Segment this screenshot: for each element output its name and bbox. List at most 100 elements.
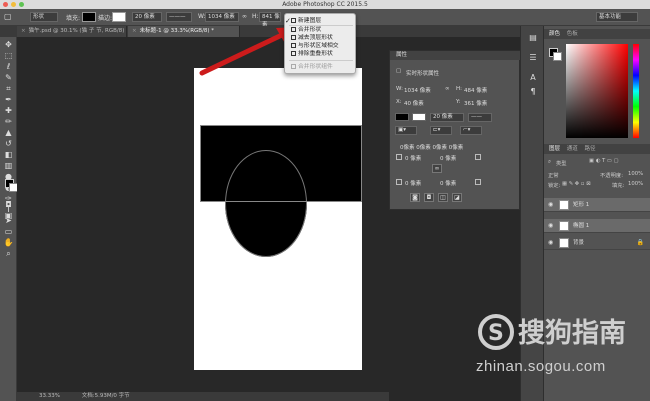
layer-row[interactable]: ◉ 背景 🔒: [544, 236, 650, 250]
screen-mode-icon[interactable]: ▣: [3, 211, 14, 221]
stroke-align-select[interactable]: ▣▾: [395, 126, 417, 135]
stroke-type-select[interactable]: ———: [166, 12, 192, 22]
stroke-corner-select[interactable]: ⌐▾: [460, 126, 482, 135]
menu-item-label: 新建图层: [298, 18, 322, 24]
lock-icons[interactable]: ▦ ✎ ✥ ▫ ⊠: [562, 181, 591, 187]
layer-name: 背景: [573, 240, 585, 246]
corner-br-checkbox[interactable]: [475, 179, 481, 185]
layer-filter-icons[interactable]: ▣ ◐ T ▭ ▢: [589, 158, 619, 164]
crop-tool-icon[interactable]: ⌗: [3, 84, 14, 94]
lasso-tool-icon[interactable]: ℓ: [3, 62, 14, 72]
tab-color[interactable]: 颜色: [549, 31, 560, 37]
blend-mode-select[interactable]: 正常: [548, 171, 559, 179]
height-value[interactable]: 484 像素: [464, 86, 487, 94]
paragraph-panel-icon[interactable]: ¶: [527, 86, 539, 98]
layer-kind-filter[interactable]: 类型: [556, 159, 567, 167]
stroke-type-select[interactable]: ——: [468, 113, 492, 122]
marquee-tool-icon[interactable]: ⬚: [3, 51, 14, 61]
close-tab-icon[interactable]: ×: [21, 28, 26, 34]
fill-swatch[interactable]: [395, 113, 409, 121]
corner-br-value[interactable]: 0 像素: [440, 179, 456, 187]
corner-tr-checkbox[interactable]: [475, 154, 481, 160]
corner-tl-value[interactable]: 0 像素: [405, 154, 421, 162]
panel-background-swatch[interactable]: [553, 52, 562, 61]
tools-panel: ✥ ⬚ ℓ ✎ ⌗ ✒ ✚ ✏ ▲ ↺ ◧ ▥ ● ◐ ✑ T ➤ ▭ ✋ ⌕ …: [0, 37, 18, 401]
tab-channels[interactable]: 通道: [567, 146, 578, 152]
visibility-eye-icon[interactable]: ◉: [548, 219, 553, 233]
tool-preset-icon[interactable]: ▢: [4, 12, 12, 21]
intersect-shapes-button[interactable]: ◫: [438, 193, 448, 202]
corner-tr-value[interactable]: 0 像素: [440, 154, 456, 162]
fill-value[interactable]: 100%: [628, 181, 643, 187]
subtract-shape-button[interactable]: ◘: [424, 193, 434, 202]
minimize-window-button[interactable]: [11, 2, 16, 7]
menu-intersect-shapes[interactable]: 与形状区域相交: [288, 42, 354, 50]
corner-tl-checkbox[interactable]: [396, 154, 402, 160]
stamp-tool-icon[interactable]: ▲: [3, 128, 14, 138]
workspace-select[interactable]: 基本功能: [596, 12, 638, 22]
corner-bl-checkbox[interactable]: [396, 179, 402, 185]
zoom-level[interactable]: 33.33%: [39, 393, 60, 399]
stroke-swatch[interactable]: [412, 113, 426, 121]
history-brush-icon[interactable]: ↺: [3, 139, 14, 149]
history-panel-icon[interactable]: ▤: [527, 32, 539, 44]
healing-tool-icon[interactable]: ✚: [3, 106, 14, 116]
gradient-tool-icon[interactable]: ▥: [3, 161, 14, 171]
zoom-window-button[interactable]: [19, 2, 24, 7]
menu-combine-shapes[interactable]: 合并形状: [288, 26, 354, 34]
eraser-tool-icon[interactable]: ◧: [3, 150, 14, 160]
color-panel-tabs: 颜色 色板: [544, 29, 650, 39]
visibility-eye-icon[interactable]: ◉: [548, 236, 553, 250]
brush-tool-icon[interactable]: ✏: [3, 117, 14, 127]
tool-mode-select[interactable]: 形状: [30, 12, 58, 22]
corner-bl-value[interactable]: 0 像素: [405, 179, 421, 187]
color-spectrum-field[interactable]: [566, 44, 628, 138]
fill-swatch[interactable]: [82, 12, 96, 22]
y-value[interactable]: 361 像素: [464, 99, 487, 107]
stroke-width-input[interactable]: 20 像素: [132, 12, 162, 22]
tab-layers[interactable]: 图层: [549, 146, 560, 152]
move-tool-icon[interactable]: ✥: [3, 40, 14, 50]
character-panel-icon[interactable]: A: [527, 72, 539, 84]
stroke-cap-select[interactable]: ⊏▾: [430, 126, 452, 135]
fill-label: 填充:: [612, 183, 625, 189]
combine-shapes-button[interactable]: ◙: [410, 193, 420, 202]
menu-subtract-front-shape[interactable]: 减去顶层形状: [288, 34, 354, 42]
quick-mask-icon[interactable]: ◘: [3, 200, 14, 210]
layer-name: 矩形 1: [573, 202, 590, 208]
link-icon[interactable]: ∞: [445, 86, 450, 92]
properties-panel: 属性 ▢ 实时形状属性 W: 1034 像素 ∞ H: 484 像素 X: 40…: [389, 50, 521, 210]
layer-row[interactable]: ◉ 椭圆 1: [544, 219, 650, 233]
menu-item-label: 减去顶层形状: [298, 35, 333, 41]
exclude-overlap-button[interactable]: ◪: [452, 193, 462, 202]
transform-bounding-box[interactable]: [200, 125, 362, 202]
zoom-tool-icon[interactable]: ⌕: [3, 249, 14, 259]
menu-new-layer[interactable]: ✓ 新建图层: [285, 17, 354, 25]
document-info: 文档:5.93M/0 字节: [81, 393, 130, 399]
quick-select-tool-icon[interactable]: ✎: [3, 73, 14, 83]
link-corners-icon[interactable]: ∞: [432, 164, 442, 173]
stroke-swatch[interactable]: [112, 12, 126, 22]
close-tab-icon[interactable]: ×: [132, 28, 137, 34]
close-window-button[interactable]: [3, 2, 8, 7]
link-icon[interactable]: ∞: [242, 13, 247, 20]
menu-exclude-overlap[interactable]: 排除重叠形状: [288, 50, 354, 58]
y-label: Y:: [456, 99, 461, 105]
width-value[interactable]: 1034 像素: [404, 86, 431, 94]
eyedropper-tool-icon[interactable]: ✒: [3, 95, 14, 105]
layers-panel-tabs: 图层 通道 路径: [544, 144, 650, 154]
tab-swatches[interactable]: 色板: [567, 31, 578, 37]
x-value[interactable]: 40 像素: [404, 99, 424, 107]
visibility-eye-icon[interactable]: ◉: [548, 198, 553, 212]
hand-tool-icon[interactable]: ✋: [3, 238, 14, 248]
layer-thumbnail: [559, 238, 569, 248]
properties-panel-icon[interactable]: ☰: [527, 52, 539, 64]
layer-row[interactable]: ◉ 矩形 1: [544, 198, 650, 212]
tab-document-1[interactable]: × 猫午.psd @ 30.1% (猫 子 节, RGB/8): [17, 26, 127, 37]
shape-tool-icon[interactable]: ▭: [3, 227, 14, 237]
hue-slider[interactable]: [633, 44, 639, 138]
stroke-width-input[interactable]: 20 像素: [430, 113, 464, 122]
tab-paths[interactable]: 路径: [585, 146, 596, 152]
opacity-value[interactable]: 100%: [628, 171, 643, 177]
path-operations-menu: ✓ 新建图层 合并形状 减去顶层形状 与形状区域相交 排除重叠形状 合并形状组件: [284, 13, 356, 74]
